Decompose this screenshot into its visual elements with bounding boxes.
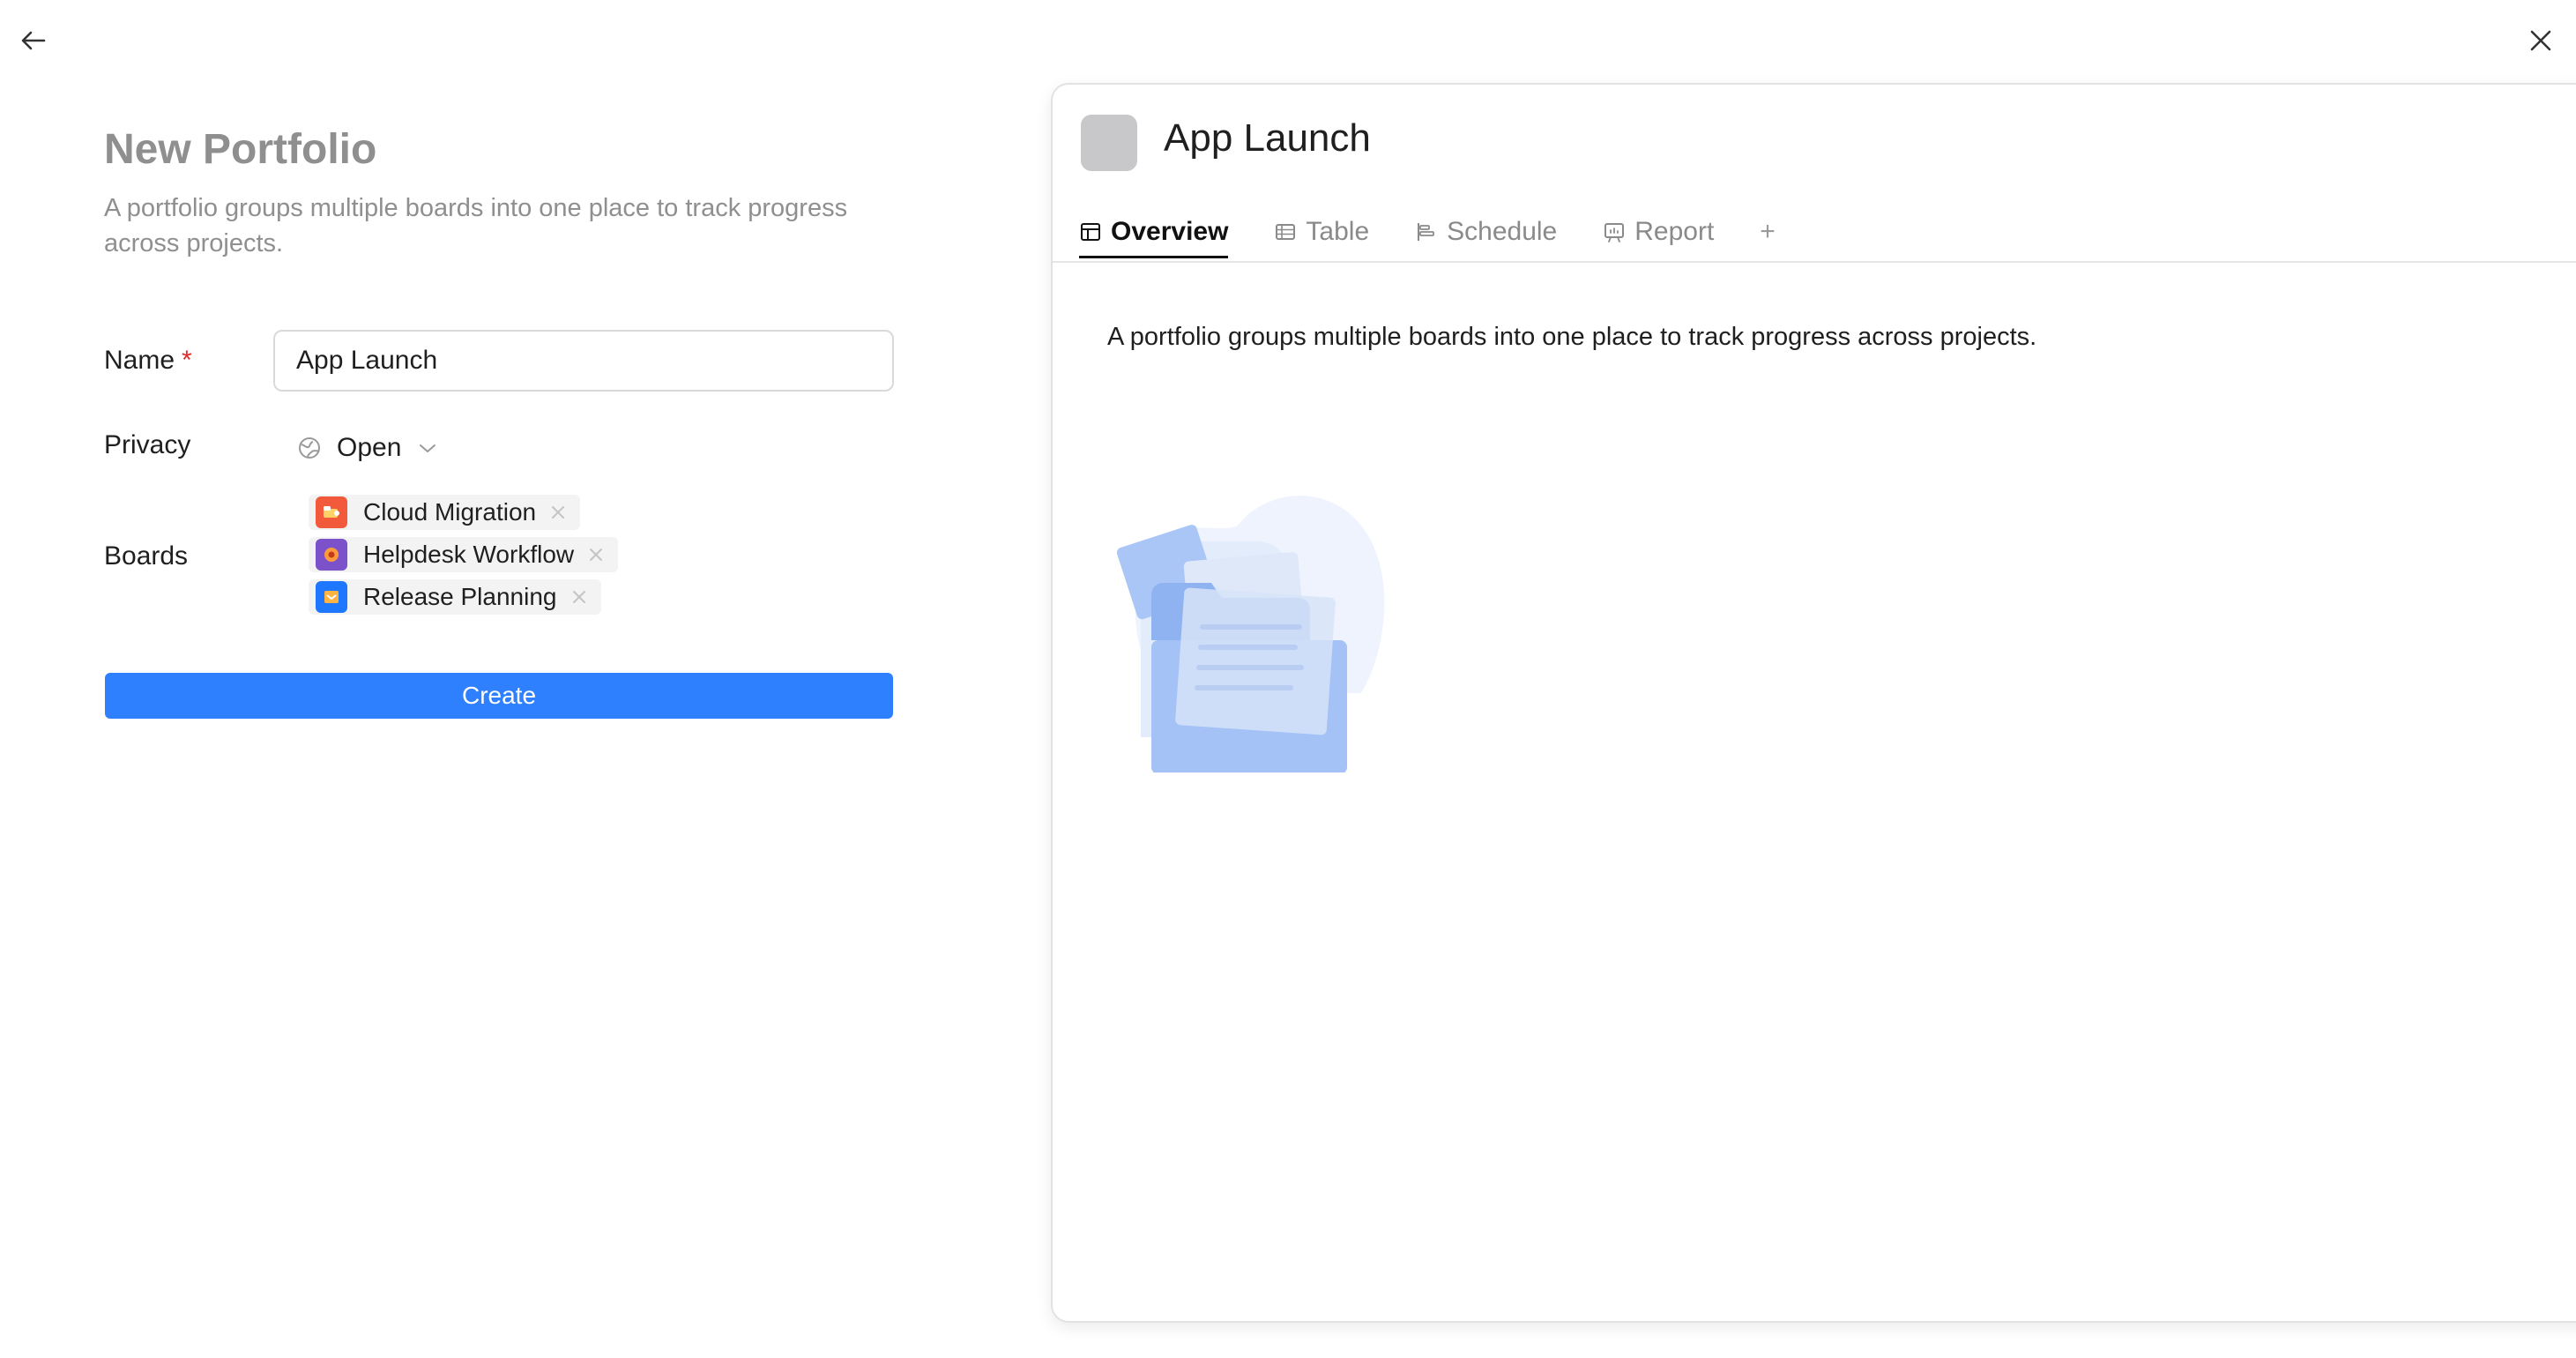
back-arrow-icon[interactable] — [16, 23, 51, 58]
board-name: Cloud Migration — [363, 498, 537, 526]
tab-label: Report — [1634, 217, 1715, 246]
board-name: Release Planning — [363, 583, 557, 610]
remove-board-icon[interactable] — [586, 545, 606, 564]
close-icon[interactable] — [2523, 23, 2558, 58]
privacy-dropdown[interactable]: Open — [296, 429, 438, 467]
page-title: New Portfolio — [104, 126, 377, 173]
tab-label: Overview — [1111, 217, 1229, 246]
board-chip: Cloud Migration — [309, 495, 581, 530]
globe-icon — [299, 437, 320, 459]
schedule-icon — [1418, 223, 1435, 241]
remove-board-icon[interactable] — [548, 503, 568, 522]
board-icon — [316, 581, 347, 613]
portfolio-avatar — [1081, 115, 1137, 171]
name-label-text: Name — [104, 346, 175, 375]
tab-overview[interactable]: Overview — [1079, 208, 1229, 258]
privacy-value: Open — [337, 433, 402, 462]
tab-schedule[interactable]: Schedule — [1415, 208, 1557, 256]
tab-label: Schedule — [1447, 217, 1558, 246]
board-chip: Helpdesk Workflow — [309, 537, 619, 572]
report-icon — [1604, 223, 1625, 242]
boards-label: Boards — [104, 541, 189, 571]
overview-icon — [1081, 223, 1100, 241]
name-label: Name * — [104, 346, 192, 376]
page-description: A portfolio groups multiple boards into … — [104, 194, 848, 257]
table-icon — [1276, 224, 1296, 240]
chevron-down-icon — [420, 444, 436, 452]
preview-description: A portfolio groups multiple boards into … — [1107, 323, 2037, 351]
board-icon — [316, 539, 347, 571]
remove-board-icon[interactable] — [570, 587, 589, 607]
preview-tabs: Overview Table Schedule Report + — [1079, 208, 1776, 258]
board-name: Helpdesk Workflow — [363, 541, 575, 568]
board-chip: Release Planning — [309, 579, 601, 615]
privacy-label: Privacy — [104, 430, 191, 459]
tab-label: Table — [1306, 217, 1370, 246]
tab-report[interactable]: Report — [1603, 208, 1714, 256]
preview-panel: App Launch Overview Table Schedule Repor… — [1051, 83, 2576, 1323]
required-mark: * — [182, 346, 192, 375]
tabs-divider — [1053, 261, 2576, 263]
board-icon — [316, 496, 347, 528]
preview-title: App Launch — [1164, 116, 1371, 160]
create-button[interactable]: Create — [105, 673, 893, 719]
tab-table[interactable]: Table — [1274, 208, 1369, 256]
empty-folder-illustration — [1116, 496, 1385, 772]
name-input[interactable] — [273, 330, 894, 392]
add-tab-button[interactable]: + — [1760, 208, 1776, 256]
